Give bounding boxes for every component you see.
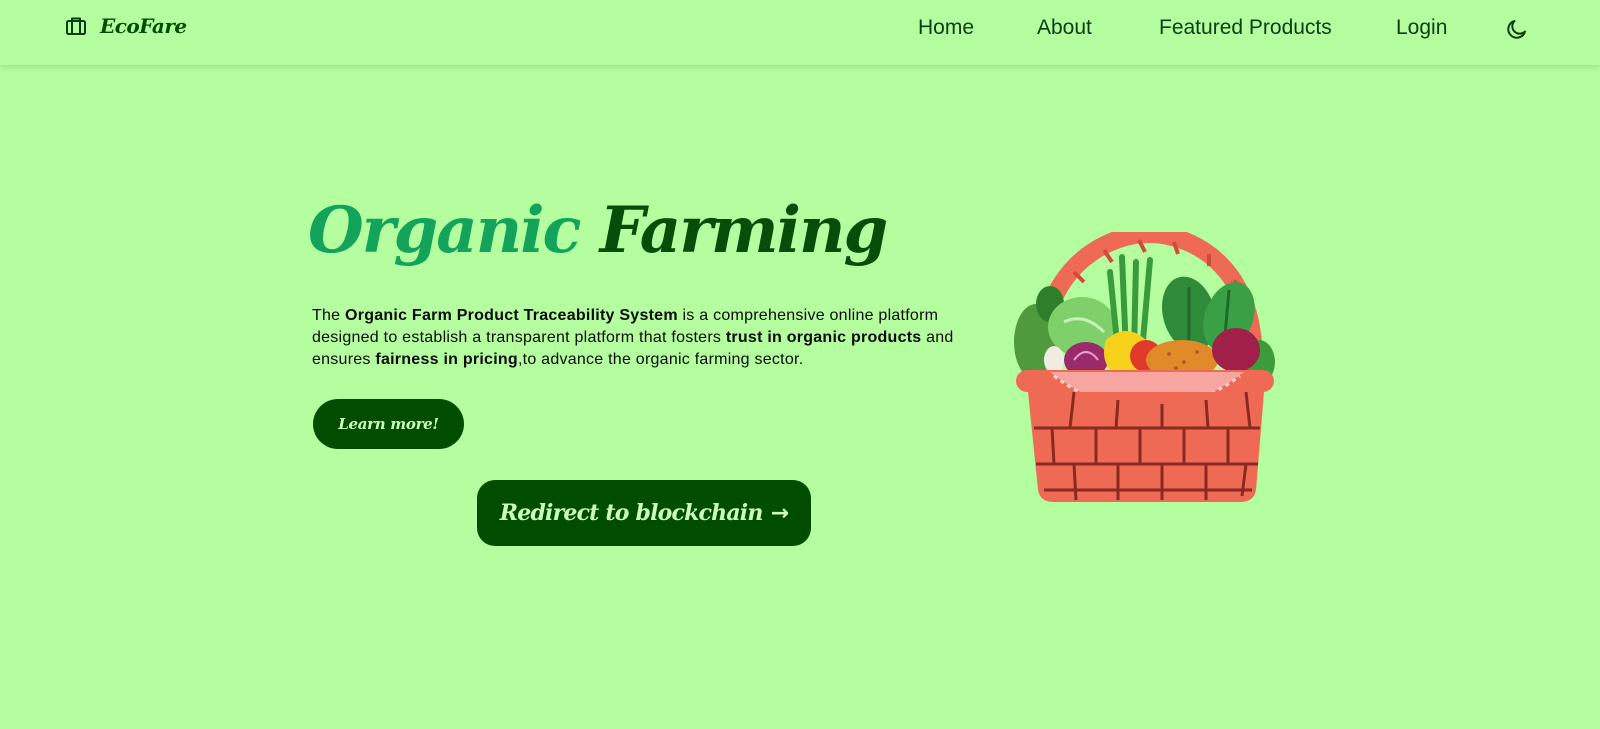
redirect-label: Redirect to blockchain — [499, 500, 764, 526]
briefcase-icon — [66, 17, 86, 35]
desc-bold-fairness: fairness in pricing — [375, 351, 518, 368]
desc-text-1: The — [312, 307, 346, 324]
hero-title: Organic Farming — [308, 193, 888, 268]
hero-title-organic: Organic — [308, 193, 581, 268]
redirect-blockchain-button[interactable]: Redirect to blockchain → — [477, 480, 811, 546]
learn-more-button[interactable]: Learn more! — [313, 399, 464, 449]
nav-featured-products[interactable]: Featured Products — [1159, 16, 1332, 40]
desc-bold-trust: trust in organic products — [725, 329, 922, 346]
hero-title-farming: Farming — [599, 193, 888, 268]
nav-login[interactable]: Login — [1396, 16, 1447, 40]
nav-about[interactable]: About — [1037, 16, 1092, 40]
hero-description: The Organic Farm Product Traceability Sy… — [312, 305, 984, 371]
nav-home[interactable]: Home — [918, 16, 974, 40]
navbar: EcoFare Home About Featured Products Log… — [0, 0, 1600, 65]
desc-bold-system: Organic Farm Product Traceability System — [345, 307, 678, 324]
desc-text-4: ,to advance the organic farming sector. — [517, 351, 804, 368]
vegetable-basket-illustration — [1014, 232, 1275, 502]
moon-icon[interactable] — [1505, 17, 1529, 41]
brand-logo[interactable]: EcoFare — [64, 14, 187, 38]
arrow-right-icon: → — [770, 500, 789, 526]
brand-name: EcoFare — [100, 14, 187, 38]
